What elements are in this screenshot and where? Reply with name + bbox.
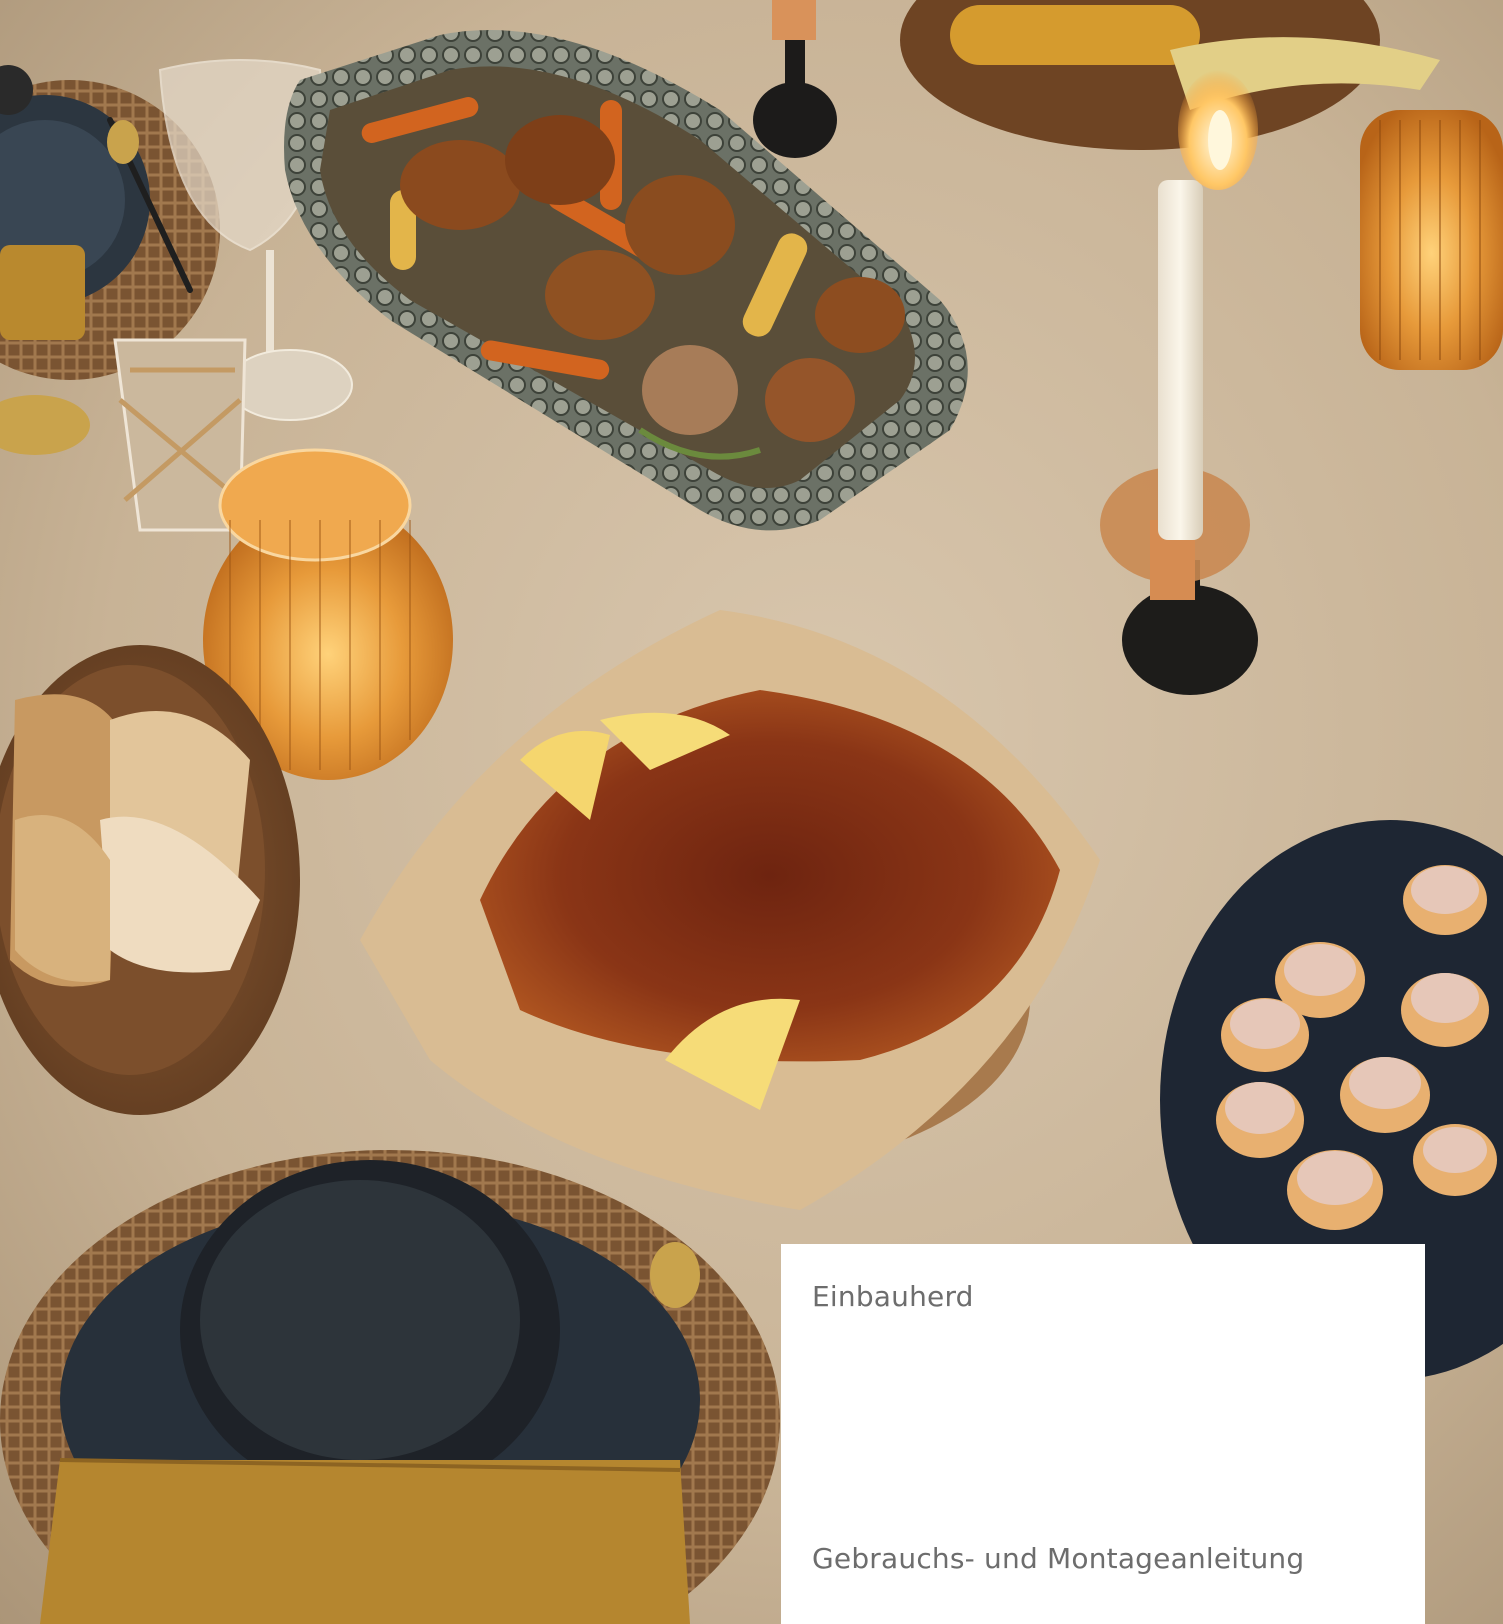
product-type-label: Einbauherd: [812, 1280, 974, 1313]
document-title: Gebrauchs- und Montageanleitung: [812, 1542, 1305, 1575]
amber-glass-right: [1360, 110, 1503, 370]
title-card: Einbauherd Gebrauchs- und Montageanleitu…: [781, 1244, 1425, 1624]
